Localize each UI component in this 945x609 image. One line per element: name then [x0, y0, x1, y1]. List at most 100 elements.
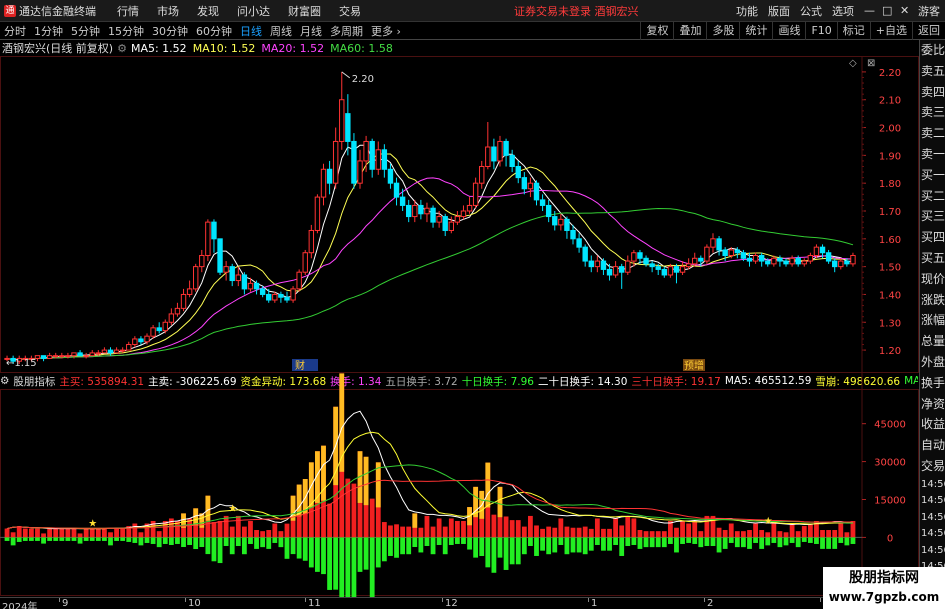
signal-star-icon: ★ [228, 503, 237, 514]
vol-bar-sell [339, 537, 345, 597]
menu-shichang[interactable]: 市场 [148, 3, 188, 19]
vol-bar-buy [552, 527, 558, 538]
quote-field-15[interactable]: 外盘 [920, 352, 945, 373]
quote-field-0[interactable]: 委比 [920, 40, 945, 61]
vol-bar-buy [235, 515, 241, 538]
login-notice[interactable]: 证券交易未登录 酒钢宏兴 [514, 3, 639, 19]
period-tab-0[interactable]: 分时 [0, 23, 30, 39]
vol-bar-sell [260, 537, 266, 548]
candle-body [375, 149, 381, 170]
vol-bar-sell [540, 537, 545, 551]
vol-bar-sell [753, 537, 758, 543]
menu-wenxiaoda[interactable]: 问小达 [228, 3, 279, 19]
tool-button-7[interactable]: +自选 [869, 22, 912, 40]
tool-button-6[interactable]: 标记 [836, 22, 870, 40]
period-tab-3[interactable]: 15分钟 [104, 23, 148, 39]
quote-field-8[interactable]: 买三 [920, 206, 945, 227]
tool-button-2[interactable]: 多股 [706, 22, 739, 40]
low-label: ←1.15 [6, 358, 37, 369]
date-label-1: 9 [62, 598, 69, 609]
quote-field-5[interactable]: 卖一 [920, 144, 945, 165]
settings-gear-icon[interactable]: ⚙ [117, 42, 127, 55]
menu-jiaoyi[interactable]: 交易 [330, 3, 370, 19]
vol-bar-sell [175, 537, 180, 544]
quote-field-10[interactable]: 买五 [920, 248, 945, 269]
candle-body [716, 238, 722, 251]
vol-bar-sell [820, 537, 825, 549]
candle-body [332, 140, 339, 184]
vol-bar-buy [120, 528, 126, 538]
vol-bar-buy [47, 528, 53, 538]
kline-chart[interactable]: 2.20 2.10 2.00 1.90 1.80 1.70 1.60 1.50 1.40 1.30… [0, 56, 919, 597]
menu-gongshi[interactable]: 公式 [795, 3, 827, 19]
quote-field-18[interactable]: 收益 [920, 414, 945, 435]
period-tab-10[interactable]: 更多 › [367, 23, 405, 39]
date-tick [820, 598, 821, 602]
vol-bar-sell [71, 537, 77, 541]
tool-button-0[interactable]: 复权 [640, 22, 673, 40]
vol-bar-sell [637, 537, 643, 549]
vol-bar-sell [254, 537, 259, 549]
tool-button-1[interactable]: 叠加 [673, 22, 706, 40]
quote-field-11[interactable]: 现价 [920, 269, 945, 290]
tool-button-3[interactable]: 统计 [739, 22, 772, 40]
period-toolbar: 分时 1分钟 5分钟 15分钟 30分钟 60分钟 日线 周线 月线 多周期 更多 › 复权 叠加 多股统… [0, 22, 945, 40]
vol-bar-sell [454, 537, 460, 544]
vol-bar-buy [546, 526, 552, 538]
period-tab-2[interactable]: 5分钟 [67, 23, 104, 39]
quote-field-13[interactable]: 涨幅 [920, 310, 945, 331]
price-tick-label: 1.90 [879, 151, 901, 162]
menu-gongneng[interactable]: 功能 [731, 3, 763, 19]
user-guest[interactable]: 游客 [913, 3, 945, 19]
candle-body [363, 140, 369, 162]
period-tab-5[interactable]: 60分钟 [192, 23, 236, 39]
vol-bar-buy [649, 531, 655, 538]
menu-xuanxiang[interactable]: 选项 [827, 3, 859, 19]
candle-body [314, 196, 321, 231]
quote-field-4[interactable]: 卖二 [920, 123, 945, 144]
quote-field-1[interactable]: 卖五 [920, 61, 945, 82]
high-label: 2.20 [352, 74, 374, 85]
tool-button-8[interactable]: 返回 [912, 22, 945, 40]
period-tab-9[interactable]: 多周期 [326, 23, 367, 39]
menu-hangqing[interactable]: 行情 [108, 3, 148, 19]
period-tab-7[interactable]: 周线 [266, 23, 296, 39]
quote-field-16[interactable]: 换手 [920, 373, 945, 394]
quote-field-17[interactable]: 净资 [920, 394, 945, 415]
quote-field-9[interactable]: 买四 [920, 227, 945, 248]
vol-bar-sell [807, 537, 813, 543]
period-tab-6[interactable]: 日线 [236, 23, 266, 39]
close-icon[interactable]: ✕ [895, 4, 913, 17]
trade-field-0[interactable]: 自动 [920, 435, 945, 456]
menu-faxian[interactable]: 发现 [188, 3, 228, 19]
quote-field-12[interactable]: 涨跌 [920, 290, 945, 311]
period-tab-8[interactable]: 月线 [296, 23, 326, 39]
quote-field-2[interactable]: 卖四 [920, 82, 945, 103]
vol-bar-sell [661, 537, 667, 548]
period-tab-4[interactable]: 30分钟 [148, 23, 192, 39]
minimize-icon[interactable]: — [859, 4, 877, 17]
maximize-icon[interactable]: □ [877, 4, 895, 17]
quote-field-3[interactable]: 卖三 [920, 102, 945, 123]
price-tick-label: 1.70 [879, 207, 901, 218]
period-tab-1[interactable]: 1分钟 [30, 23, 67, 39]
tool-button-4[interactable]: 画线 [772, 22, 805, 40]
quote-field-14[interactable]: 总量 [920, 331, 945, 352]
vol-bar-sell [16, 537, 22, 542]
vol-bar-buy [820, 530, 825, 538]
vol-bar-buy [521, 526, 527, 538]
quote-field-6[interactable]: 买一 [920, 165, 945, 186]
stock-name[interactable]: 酒钢宏兴(日线 前复权) [0, 40, 113, 56]
menu-caifuquan[interactable]: 财富圈 [279, 3, 330, 19]
vol-bar-buy [248, 520, 253, 538]
candle-body [637, 252, 643, 259]
candle-body [113, 349, 120, 354]
candle-body [746, 257, 753, 262]
menu-banmian[interactable]: 版面 [763, 3, 795, 19]
trade-field-1[interactable]: 交易 [920, 456, 945, 477]
candle-body [357, 160, 363, 184]
vol-bar-buy [759, 530, 765, 538]
tool-button-5[interactable]: F10 [805, 22, 836, 40]
quote-field-7[interactable]: 买二 [920, 186, 945, 207]
vol-bar-sell [65, 537, 71, 541]
